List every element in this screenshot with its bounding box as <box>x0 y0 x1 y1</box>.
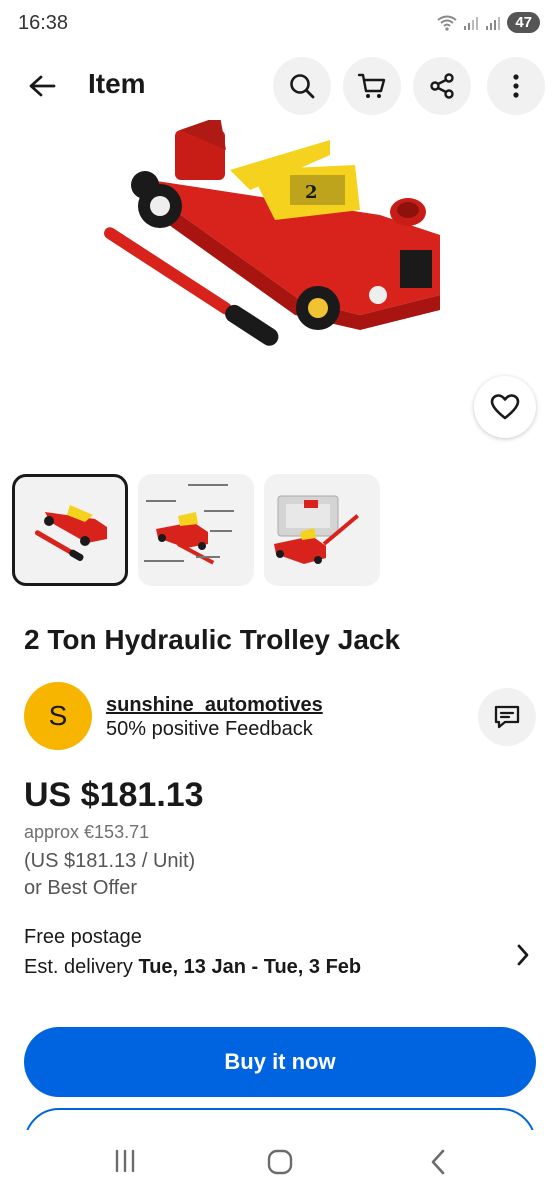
search-button[interactable] <box>273 57 331 115</box>
system-nav-bar <box>0 1130 560 1200</box>
thumbnail-jack-with-case[interactable] <box>264 474 380 586</box>
thumbnail-strip <box>12 474 380 586</box>
jack-case-thumbnail <box>264 474 368 578</box>
postage-text: Free postage <box>24 926 142 948</box>
battery-icon: 47 <box>507 12 540 33</box>
page-title: Item <box>88 68 146 99</box>
approx-price: approx €153.71 <box>24 822 150 842</box>
back-nav-icon[interactable] <box>428 1148 448 1176</box>
more-vertical-icon <box>513 74 519 98</box>
chevron-right-icon <box>517 944 529 966</box>
signal-icon <box>486 16 501 30</box>
back-button[interactable] <box>20 64 64 108</box>
unit-price: (US $181.13 / Unit) <box>24 850 196 872</box>
status-icons: 47 <box>437 12 540 33</box>
signal-roaming-icon <box>464 16 479 30</box>
thumbnail-jack-photo[interactable] <box>12 474 128 586</box>
best-offer-text: or Best Offer <box>24 877 138 899</box>
status-time: 16:38 <box>18 12 69 34</box>
recent-apps-icon[interactable] <box>112 1148 138 1174</box>
cart-icon <box>357 73 386 98</box>
price: US $181.13 <box>24 776 204 814</box>
watch-favorite-button[interactable] <box>474 376 536 438</box>
buy-it-now-button[interactable]: Buy it now <box>24 1027 536 1097</box>
contact-seller-button[interactable] <box>478 688 536 746</box>
share-icon <box>430 73 454 99</box>
status-bar: 16:38 47 <box>0 0 560 50</box>
message-icon <box>494 705 520 729</box>
jack-thumbnail <box>34 505 107 561</box>
delivery-prefix: Est. delivery <box>24 956 139 978</box>
cart-button[interactable] <box>343 57 401 115</box>
jack-diagram-thumbnail <box>138 474 242 578</box>
seller-name-link[interactable]: sunshine_automotives <box>106 694 323 717</box>
delivery-text: Est. delivery Tue, 13 Jan - Tue, 3 Feb <box>24 956 361 979</box>
heart-icon <box>490 394 520 420</box>
more-options-button[interactable] <box>487 57 545 115</box>
app-bar: Item <box>0 56 560 116</box>
search-icon <box>290 74 315 99</box>
delivery-dates: Tue, 13 Jan - Tue, 3 Feb <box>138 956 362 978</box>
seller-feedback: 50% positive Feedback <box>106 718 313 740</box>
svg-text:2: 2 <box>305 182 318 203</box>
thumbnail-jack-diagram[interactable] <box>138 474 254 586</box>
shipping-row[interactable]: Free postage Est. delivery Tue, 13 Jan -… <box>0 924 560 990</box>
home-icon[interactable] <box>266 1148 294 1176</box>
back-arrow-icon <box>29 75 56 97</box>
seller-avatar[interactable]: S <box>24 682 92 750</box>
wifi-icon <box>437 15 457 31</box>
listing-title: 2 Ton Hydraulic Trolley Jack <box>24 624 401 655</box>
share-button[interactable] <box>413 57 471 115</box>
